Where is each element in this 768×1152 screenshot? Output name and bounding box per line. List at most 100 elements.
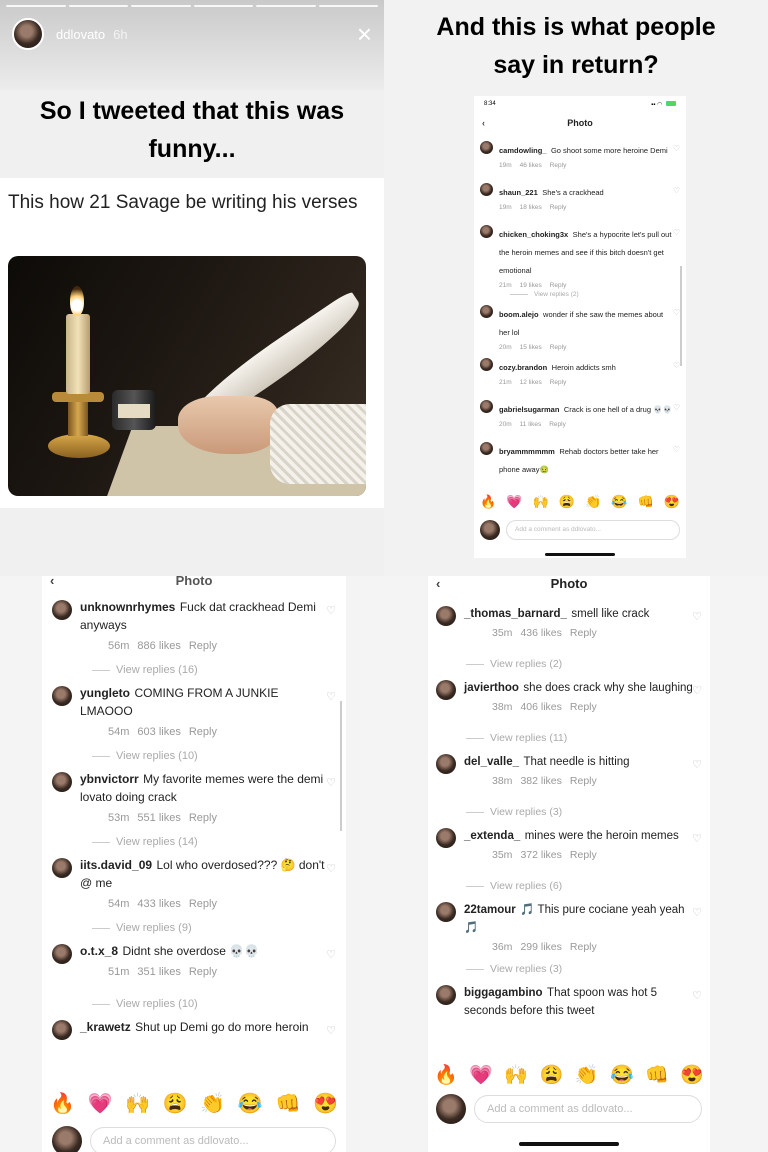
heart-icon[interactable]: ♡: [692, 684, 702, 697]
heart-icon[interactable]: ♡: [326, 1024, 336, 1037]
view-replies-link[interactable]: View replies (16): [92, 664, 330, 676]
emoji-button[interactable]: 💗: [88, 1091, 113, 1116]
home-indicator[interactable]: [519, 1142, 619, 1146]
heart-icon[interactable]: ♡: [673, 308, 680, 317]
scrollbar[interactable]: [340, 701, 342, 831]
emoji-button[interactable]: 👏: [575, 1063, 599, 1087]
heart-icon[interactable]: ♡: [692, 906, 702, 919]
emoji-button[interactable]: 😍: [313, 1091, 338, 1116]
view-replies-link[interactable]: View replies (11): [466, 732, 696, 744]
heart-icon[interactable]: ♡: [692, 989, 702, 1002]
home-indicator[interactable]: [545, 553, 615, 556]
emoji-button[interactable]: 👊: [645, 1063, 669, 1087]
emoji-button[interactable]: 🔥: [434, 1063, 458, 1087]
comment-likes[interactable]: 15 likes: [520, 344, 542, 351]
comment-likes[interactable]: 406 likes: [520, 701, 561, 713]
comment-username[interactable]: 22tamour: [464, 904, 516, 916]
emoji-button[interactable]: 👊: [638, 494, 654, 510]
emoji-button[interactable]: 👊: [275, 1091, 300, 1116]
comment-likes[interactable]: 18 likes: [520, 204, 542, 211]
reply-button[interactable]: Reply: [550, 204, 567, 211]
close-icon[interactable]: ×: [357, 21, 372, 47]
avatar[interactable]: [52, 600, 72, 620]
heart-icon[interactable]: ♡: [673, 403, 680, 412]
avatar[interactable]: [480, 358, 493, 371]
heart-icon[interactable]: ♡: [692, 758, 702, 771]
heart-icon[interactable]: ♡: [326, 862, 336, 875]
comment-likes[interactable]: 603 likes: [137, 726, 180, 738]
view-replies-link[interactable]: View replies (14): [92, 836, 330, 848]
avatar[interactable]: [12, 18, 44, 50]
comment-likes[interactable]: 436 likes: [520, 627, 561, 639]
avatar[interactable]: [52, 686, 72, 706]
reply-button[interactable]: Reply: [570, 775, 597, 787]
emoji-button[interactable]: 💗: [506, 494, 522, 510]
comment-username[interactable]: shaun_221: [499, 188, 538, 197]
comment-input[interactable]: Add a comment as ddlovato...: [474, 1095, 702, 1123]
reply-button[interactable]: Reply: [570, 627, 597, 639]
reply-button[interactable]: Reply: [570, 849, 597, 861]
avatar[interactable]: [436, 754, 456, 774]
emoji-button[interactable]: 🔥: [480, 494, 496, 510]
emoji-button[interactable]: 👏: [585, 494, 601, 510]
comment-username[interactable]: o.t.x_8: [80, 944, 118, 958]
reply-button[interactable]: Reply: [550, 379, 567, 386]
avatar[interactable]: [480, 305, 493, 318]
comment-likes[interactable]: 382 likes: [520, 775, 561, 787]
reply-button[interactable]: Reply: [570, 701, 597, 713]
avatar[interactable]: [480, 225, 493, 238]
comment-likes[interactable]: 19 likes: [520, 282, 542, 289]
avatar[interactable]: [436, 985, 456, 1005]
avatar[interactable]: [436, 680, 456, 700]
comment-likes[interactable]: 886 likes: [137, 640, 180, 652]
avatar[interactable]: [436, 828, 456, 848]
avatar[interactable]: [52, 772, 72, 792]
view-replies-link[interactable]: View replies (9): [92, 922, 330, 934]
avatar[interactable]: [480, 141, 493, 154]
avatar[interactable]: [52, 858, 72, 878]
comment-username[interactable]: cozy.brandon: [499, 363, 547, 372]
view-replies-link[interactable]: View replies (3): [466, 963, 696, 975]
heart-icon[interactable]: ♡: [326, 948, 336, 961]
scrollbar[interactable]: [680, 266, 682, 366]
comment-username[interactable]: biggagambino: [464, 987, 543, 999]
emoji-button[interactable]: 🔥: [50, 1091, 75, 1116]
emoji-button[interactable]: 🙌: [533, 494, 549, 510]
back-icon[interactable]: ‹: [482, 112, 485, 134]
view-replies-link[interactable]: View replies (3): [466, 806, 696, 818]
comment-username[interactable]: yungleto: [80, 686, 130, 700]
reply-button[interactable]: Reply: [550, 162, 567, 169]
reply-button[interactable]: Reply: [189, 966, 217, 978]
heart-icon[interactable]: ♡: [673, 361, 680, 370]
avatar[interactable]: [436, 606, 456, 626]
avatar[interactable]: [480, 183, 493, 196]
emoji-button[interactable]: 🙌: [504, 1063, 528, 1087]
comment-username[interactable]: boom.alejo: [499, 310, 539, 319]
comment-username[interactable]: ybnvictorr: [80, 772, 139, 786]
view-replies-link[interactable]: View replies (2): [466, 658, 696, 670]
back-icon[interactable]: ‹: [436, 576, 440, 594]
comment-input[interactable]: Add a comment as ddlovato...: [90, 1127, 336, 1152]
heart-icon[interactable]: ♡: [326, 690, 336, 703]
emoji-button[interactable]: 😂: [611, 494, 627, 510]
comment-username[interactable]: camdowling_: [499, 146, 547, 155]
comment-username[interactable]: _krawetz: [80, 1020, 131, 1034]
emoji-button[interactable]: 😂: [238, 1091, 263, 1116]
comment-username[interactable]: _thomas_barnard_: [464, 608, 567, 620]
view-replies-link[interactable]: View replies (10): [92, 998, 330, 1010]
view-replies-link[interactable]: View replies (2): [510, 291, 672, 298]
comment-username[interactable]: gabrielsugarman: [499, 405, 559, 414]
emoji-button[interactable]: 😂: [610, 1063, 634, 1087]
heart-icon[interactable]: ♡: [673, 445, 680, 454]
reply-button[interactable]: Reply: [189, 898, 217, 910]
emoji-button[interactable]: 🙌: [125, 1091, 150, 1116]
comment-likes[interactable]: 551 likes: [137, 812, 180, 824]
emoji-button[interactable]: 👏: [200, 1091, 225, 1116]
heart-icon[interactable]: ♡: [673, 186, 680, 195]
emoji-button[interactable]: 😍: [680, 1063, 704, 1087]
comment-username[interactable]: javierthoo: [464, 682, 519, 694]
comment-likes[interactable]: 351 likes: [137, 966, 180, 978]
comment-username[interactable]: chicken_choking3x: [499, 230, 568, 239]
avatar[interactable]: [480, 400, 493, 413]
reply-button[interactable]: Reply: [189, 812, 217, 824]
